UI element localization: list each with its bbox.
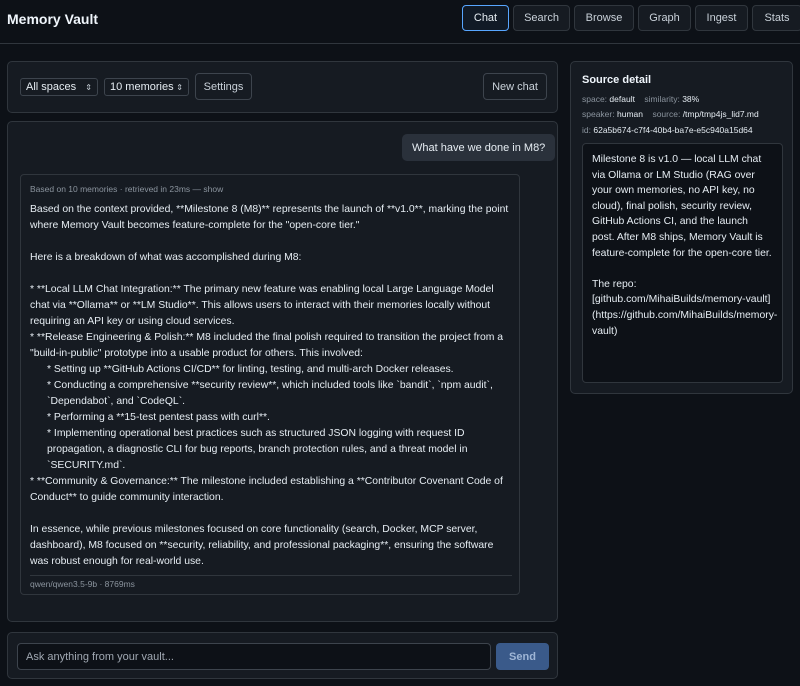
answer-sub-bullet: * Performing a **15-test pentest pass wi… <box>47 412 270 423</box>
meta-label: similarity: <box>644 94 680 104</box>
memories-select-value: 10 memories <box>110 81 174 93</box>
meta-value: 38% <box>682 94 700 104</box>
answer-paragraph: Based on the context provided, **Milesto… <box>30 204 509 231</box>
source-content: Milestone 8 is v1.0 — local LLM chat via… <box>582 143 783 383</box>
send-button[interactable]: Send <box>496 643 549 670</box>
top-bar: Memory Vault Chat Search Browse Graph In… <box>0 0 800 44</box>
tab-search[interactable]: Search <box>513 5 570 31</box>
answer-paragraph: In essence, while previous milestones fo… <box>30 524 494 567</box>
chevron-updown-icon: ⇕ <box>85 82 92 92</box>
user-message: What have we done in M8? <box>402 134 556 161</box>
answer-sub-bullet: * Conducting a comprehensive **security … <box>47 380 493 407</box>
answer-bullet: * **Release Engineering & Polish:** M8 i… <box>30 332 504 359</box>
answer-bullet: * **Local LLM Chat Integration:** The pr… <box>30 284 494 327</box>
main-nav: Chat Search Browse Graph Ingest Stats <box>462 5 800 31</box>
chat-toolbar: All spaces ⇕ 10 memories ⇕ Settings New … <box>7 61 558 113</box>
meta-value: 62a5b674-c7f4-40b4-ba7e-e5c940a15d64 <box>593 125 753 135</box>
answer-sub-bullet: * Implementing operational best practice… <box>47 428 468 471</box>
source-meta-space: space: default similarity: 38% <box>582 94 699 104</box>
answer-body: Based on the context provided, **Milesto… <box>30 202 514 570</box>
meta-value: default <box>609 94 635 104</box>
meta-label: speaker: <box>582 109 615 119</box>
meta-label: id: <box>582 125 591 135</box>
source-meta-id: id: 62a5b674-c7f4-40b4-ba7e-e5c940a15d64 <box>582 125 753 135</box>
tab-chat[interactable]: Chat <box>462 5 509 31</box>
answer-paragraph: Here is a breakdown of what was accompli… <box>30 252 302 263</box>
source-paragraph: Milestone 8 is v1.0 — local LLM chat via… <box>592 154 772 259</box>
answer-sub-bullet: * Setting up **GitHub Actions CI/CD** fo… <box>47 364 454 375</box>
chat-thread: What have we done in M8? Based on 10 mem… <box>7 121 558 622</box>
chat-input[interactable] <box>17 643 491 670</box>
answer-bullet: * **Community & Governance:** The milest… <box>30 476 503 503</box>
tab-stats[interactable]: Stats <box>752 5 800 31</box>
source-meta-speaker: speaker: human source: /tmp/tmp4js_lid7.… <box>582 109 759 119</box>
tab-ingest[interactable]: Ingest <box>695 5 748 31</box>
tab-browse[interactable]: Browse <box>574 5 634 31</box>
tab-graph[interactable]: Graph <box>638 5 691 31</box>
chat-composer: Send <box>7 632 558 679</box>
assistant-answer: Based on 10 memories · retrieved in 23ms… <box>20 174 520 595</box>
source-paragraph: The repo: [github.com/MihaiBuilds/memory… <box>592 278 778 337</box>
answer-meta[interactable]: Based on 10 memories · retrieved in 23ms… <box>30 184 223 194</box>
meta-value: /tmp/tmp4js_lid7.md <box>682 109 759 119</box>
source-title: Source detail <box>582 74 652 86</box>
answer-footer: qwen/qwen3.5-9b · 8769ms <box>30 579 135 589</box>
settings-button[interactable]: Settings <box>195 73 252 100</box>
memories-select[interactable]: 10 memories ⇕ <box>104 78 189 96</box>
meta-label: source: <box>652 109 681 119</box>
chevron-updown-icon: ⇕ <box>176 82 183 92</box>
new-chat-button[interactable]: New chat <box>483 73 547 100</box>
source-detail: Source detail space: default similarity:… <box>570 61 793 394</box>
meta-label: space: <box>582 94 608 104</box>
spaces-select-value: All spaces <box>26 81 77 93</box>
meta-value: human <box>616 109 643 119</box>
divider <box>30 575 512 576</box>
app-title: Memory Vault <box>7 11 99 27</box>
spaces-select[interactable]: All spaces ⇕ <box>20 78 98 96</box>
